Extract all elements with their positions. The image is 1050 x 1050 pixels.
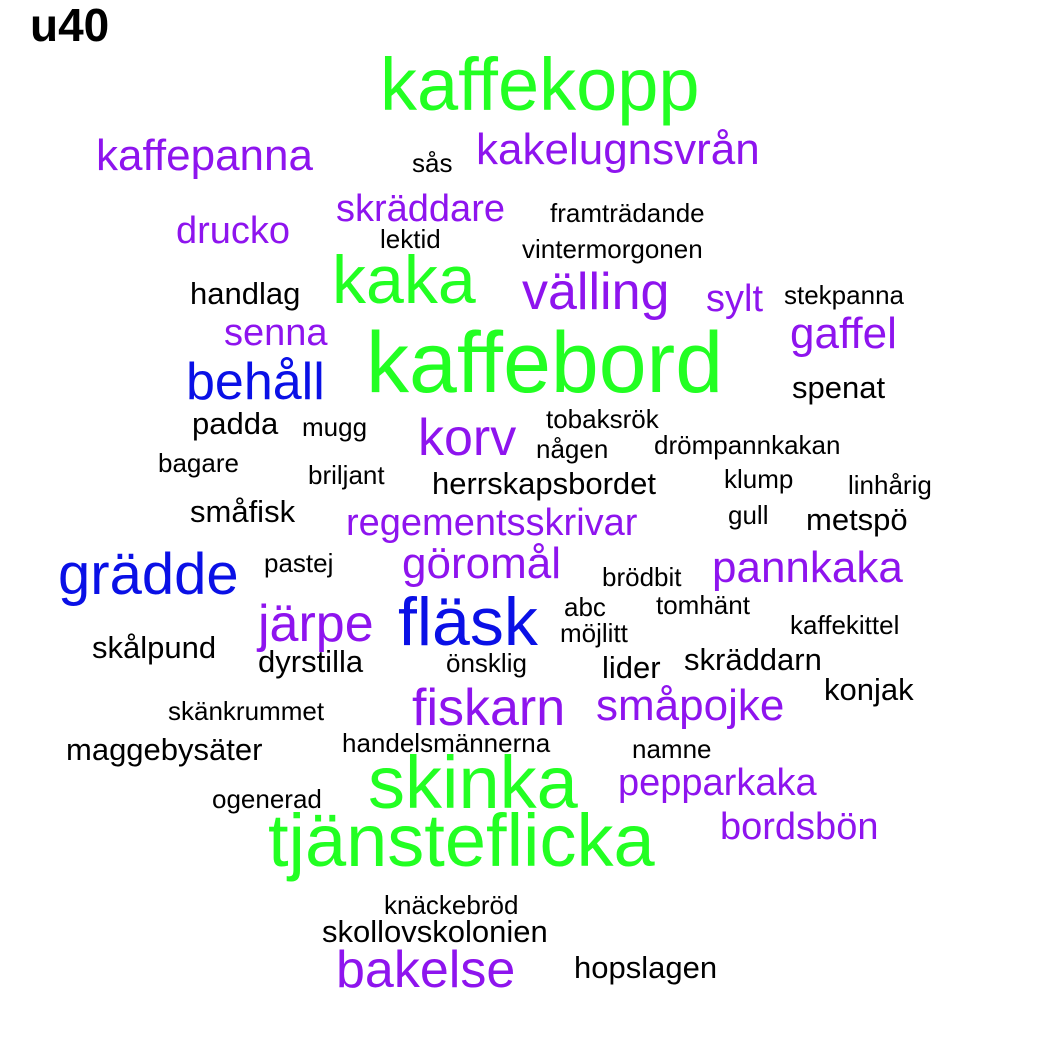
- cloud-word: pepparkaka: [618, 762, 817, 804]
- cloud-word: bakelse: [336, 941, 516, 999]
- cloud-word: skålpund: [92, 630, 217, 665]
- cloud-word: konjak: [824, 672, 914, 707]
- cloud-word: järpe: [258, 595, 374, 653]
- cloud-word: behåll: [186, 353, 325, 411]
- cloud-word: skänkrummet: [168, 696, 325, 726]
- cloud-word: önsklig: [446, 648, 527, 678]
- cloud-word: framträdande: [550, 198, 705, 228]
- cloud-word: skräddare: [336, 188, 505, 230]
- cloud-word: brödbit: [602, 562, 682, 592]
- cloud-word: gaffel: [790, 309, 897, 358]
- cloud-word: småpojke: [596, 681, 785, 730]
- cloud-word: kaffekopp: [380, 43, 700, 126]
- cloud-word: lider: [602, 650, 661, 685]
- cloud-word: grädde: [58, 542, 239, 607]
- cloud-word: vintermorgonen: [522, 234, 703, 264]
- cloud-word: senna: [224, 312, 328, 354]
- cloud-word: korv: [418, 409, 517, 467]
- cloud-word: dyrstilla: [258, 644, 364, 679]
- cloud-word: stekpanna: [784, 280, 904, 310]
- cloud-word: gull: [728, 500, 769, 530]
- cloud-word: spenat: [792, 370, 886, 405]
- cloud-word: drucko: [176, 210, 291, 252]
- cloud-word: herrskapsbordet: [432, 466, 657, 501]
- cloud-word: tjänsteflicka: [268, 799, 655, 882]
- cloud-word: linhårig: [848, 470, 932, 500]
- cloud-word: sås: [412, 148, 453, 178]
- cloud-word: hopslagen: [574, 950, 718, 985]
- cloud-word: kakelugnsvrån: [476, 125, 760, 174]
- cloud-word: kaffepanna: [96, 131, 313, 180]
- cloud-word: drömpannkakan: [654, 430, 841, 460]
- cloud-word: metspö: [806, 502, 908, 537]
- cloud-word: sylt: [706, 278, 763, 320]
- cloud-word: padda: [192, 406, 279, 441]
- cloud-word: klump: [724, 464, 794, 494]
- cloud-word: mugg: [302, 412, 368, 442]
- cloud-word: namne: [632, 734, 712, 764]
- cloud-word: pastej: [264, 548, 334, 578]
- cloud-word: handlag: [190, 276, 301, 311]
- cloud-word: bordsbön: [720, 806, 879, 848]
- cloud-word: kaka: [332, 242, 476, 318]
- cloud-word: maggebysäter: [66, 732, 263, 767]
- cloud-word: småfisk: [190, 494, 296, 529]
- cloud-title: u40: [30, 0, 110, 51]
- word-cloud: u40 kaffekopp kaffepanna sås kakelugnsvrån s…: [0, 0, 1050, 1050]
- cloud-word: göromål: [402, 539, 561, 588]
- cloud-word: välling: [522, 263, 670, 321]
- cloud-word: tobaksrök: [546, 404, 659, 434]
- cloud-word: abc: [564, 592, 606, 622]
- cloud-word: möjlitt: [560, 618, 628, 648]
- cloud-word: någen: [536, 434, 609, 464]
- cloud-word: pannkaka: [712, 543, 903, 592]
- cloud-word: regementsskrivar: [346, 502, 638, 544]
- cloud-word: tomhänt: [656, 590, 750, 620]
- cloud-word: skräddarn: [684, 642, 822, 677]
- cloud-word: bagare: [158, 448, 239, 478]
- cloud-word: briljant: [308, 460, 385, 490]
- cloud-word: kaffekittel: [790, 610, 900, 640]
- cloud-word: kaffebord: [366, 315, 724, 411]
- cloud-word: fläsk: [398, 584, 538, 660]
- cloud-word: fiskarn: [412, 679, 566, 737]
